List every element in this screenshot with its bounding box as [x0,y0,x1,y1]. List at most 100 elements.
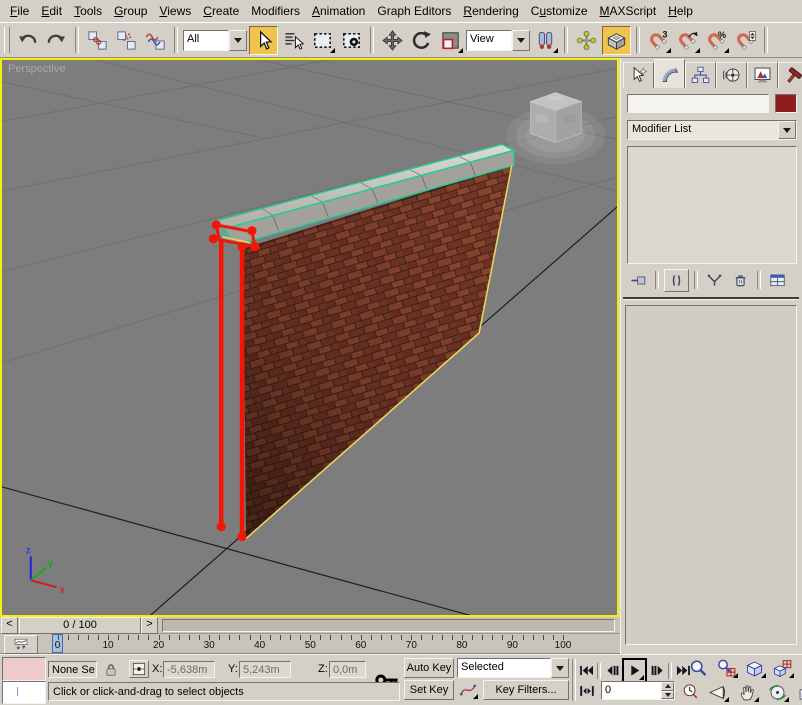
play-animation-button[interactable] [622,658,647,683]
menu-create[interactable]: Create [197,1,245,21]
select-and-link-button[interactable] [84,27,111,54]
menu-customize[interactable]: Customize [525,1,594,21]
select-by-name-button[interactable] [280,27,307,54]
set-key-button[interactable]: Set Key [404,680,454,700]
min-max-toggle-button[interactable] [795,681,802,703]
snaps-toggle-button[interactable]: 3 [645,27,672,54]
ruler-tick [148,635,149,640]
zoom-button[interactable] [686,657,711,679]
previous-frame-button[interactable] [603,661,621,680]
menu-rendering[interactable]: Rendering [457,1,524,21]
bind-to-space-warp-button[interactable] [142,27,169,54]
modifier-stack-list[interactable] [627,146,797,264]
tab-create[interactable] [623,62,654,88]
selection-lock-toggle[interactable] [101,661,120,678]
x-coordinate-field[interactable]: -5,638m [163,661,215,678]
time-slider-handle[interactable]: 0 / 100 [19,617,141,634]
menu-group[interactable]: Group [108,1,153,21]
keyboard-shortcut-override-toggle[interactable] [602,26,631,55]
zoom-extents-all-button[interactable] [770,657,795,679]
zoom-all-button[interactable] [714,657,739,679]
tab-motion[interactable] [716,62,747,88]
spinner-snap-toggle-button[interactable] [732,27,759,54]
perspective-viewport[interactable]: z y x Perspective [0,58,619,617]
arc-rotate-button[interactable] [765,681,790,703]
ghost-cube-object[interactable] [506,93,605,164]
viewport-label[interactable]: Perspective [8,63,65,75]
use-pivot-point-center-button[interactable] [532,27,559,54]
menu-graph-editors[interactable]: Graph Editors [371,1,457,21]
key-filter-dropdown[interactable]: Selected [457,658,569,678]
show-end-result-button[interactable] [664,269,689,292]
key-mode-toggle-button[interactable] [577,681,597,700]
menu-help[interactable]: Help [662,1,699,21]
menu-file[interactable]: File [4,1,35,21]
chevron-down-icon[interactable] [229,30,247,51]
undo-button[interactable] [14,27,41,54]
select-and-move-button[interactable] [379,27,406,54]
redo-button[interactable] [43,27,70,54]
spinner-down-icon[interactable] [661,691,674,700]
maxscript-mini-listener-macro[interactable] [2,657,46,681]
key-filters-button[interactable]: Key Filters... [483,680,569,700]
reference-coordinate-system-dropdown[interactable]: View [466,30,530,51]
ruler-tick [270,635,271,640]
time-slider-prev-button[interactable]: < [1,617,18,634]
select-object-button[interactable] [249,26,278,55]
percent-snap-toggle-button[interactable]: % [703,27,730,54]
absolute-mode-transform-toggle[interactable] [129,660,149,678]
separator [572,659,576,701]
text-cursor [17,687,18,696]
key-filter-value: Selected [457,658,551,678]
ruler-tick [219,635,220,640]
zoom-extents-button[interactable] [742,657,767,679]
pan-button[interactable] [735,681,760,703]
go-to-start-button[interactable] [577,661,595,680]
selection-filter-dropdown[interactable]: All [183,30,247,51]
field-of-view-button[interactable] [705,681,730,703]
tab-hierarchy[interactable] [685,62,716,88]
unlink-selection-button[interactable] [113,27,140,54]
next-frame-button[interactable] [648,661,666,680]
modifier-list-dropdown[interactable]: Modifier List [627,120,797,140]
maxscript-mini-listener[interactable] [2,681,46,704]
time-configuration-button[interactable] [679,681,700,700]
modifier-list-arrow-button[interactable] [778,121,796,139]
toolbar-drag-handle[interactable] [4,27,10,53]
pin-stack-button[interactable] [627,270,650,291]
auto-key-button[interactable]: Auto Key [404,658,454,678]
angle-snap-toggle-button[interactable] [674,27,701,54]
ruler-tick-label: 90 [507,640,518,651]
track-bar-ruler[interactable]: 0102030405060708090100 [40,634,588,653]
chevron-down-icon[interactable] [512,30,530,51]
default-in-out-tangent-button[interactable] [457,680,479,700]
frame-number-field[interactable]: 0 [601,681,675,700]
remove-modifier-button[interactable] [729,270,752,291]
object-name-field[interactable] [627,94,769,113]
window-crossing-toggle-button[interactable] [338,27,365,54]
frame-number-spinner[interactable] [661,682,674,699]
time-slider-next-button[interactable]: > [141,617,158,634]
time-slider-track[interactable] [162,619,615,632]
make-unique-button[interactable] [703,270,726,291]
menu-tools[interactable]: Tools [68,1,108,21]
object-color-swatch[interactable] [775,94,797,113]
select-and-rotate-button[interactable] [408,27,435,54]
menu-views[interactable]: Views [153,1,197,21]
open-mini-curve-editor-button[interactable] [4,635,38,654]
tab-modify[interactable] [654,59,685,88]
menu-edit[interactable]: Edit [35,1,68,21]
y-coordinate-field[interactable]: 5,243m [239,661,291,678]
key-filter-arrow-button[interactable] [551,658,569,678]
menu-modifiers[interactable]: Modifiers [245,1,306,21]
menu-maxscript[interactable]: MAXScript [594,1,663,21]
tab-utilities[interactable] [778,62,802,88]
select-and-manipulate-button[interactable] [573,27,600,54]
spinner-up-icon[interactable] [661,682,674,691]
configure-modifier-sets-button[interactable] [766,270,789,291]
menu-animation[interactable]: Animation [306,1,371,21]
rectangular-selection-region-button[interactable] [309,27,336,54]
select-and-scale-button[interactable] [437,27,464,54]
z-coordinate-field[interactable]: 0,0m [329,661,366,678]
tab-display[interactable] [747,62,778,88]
